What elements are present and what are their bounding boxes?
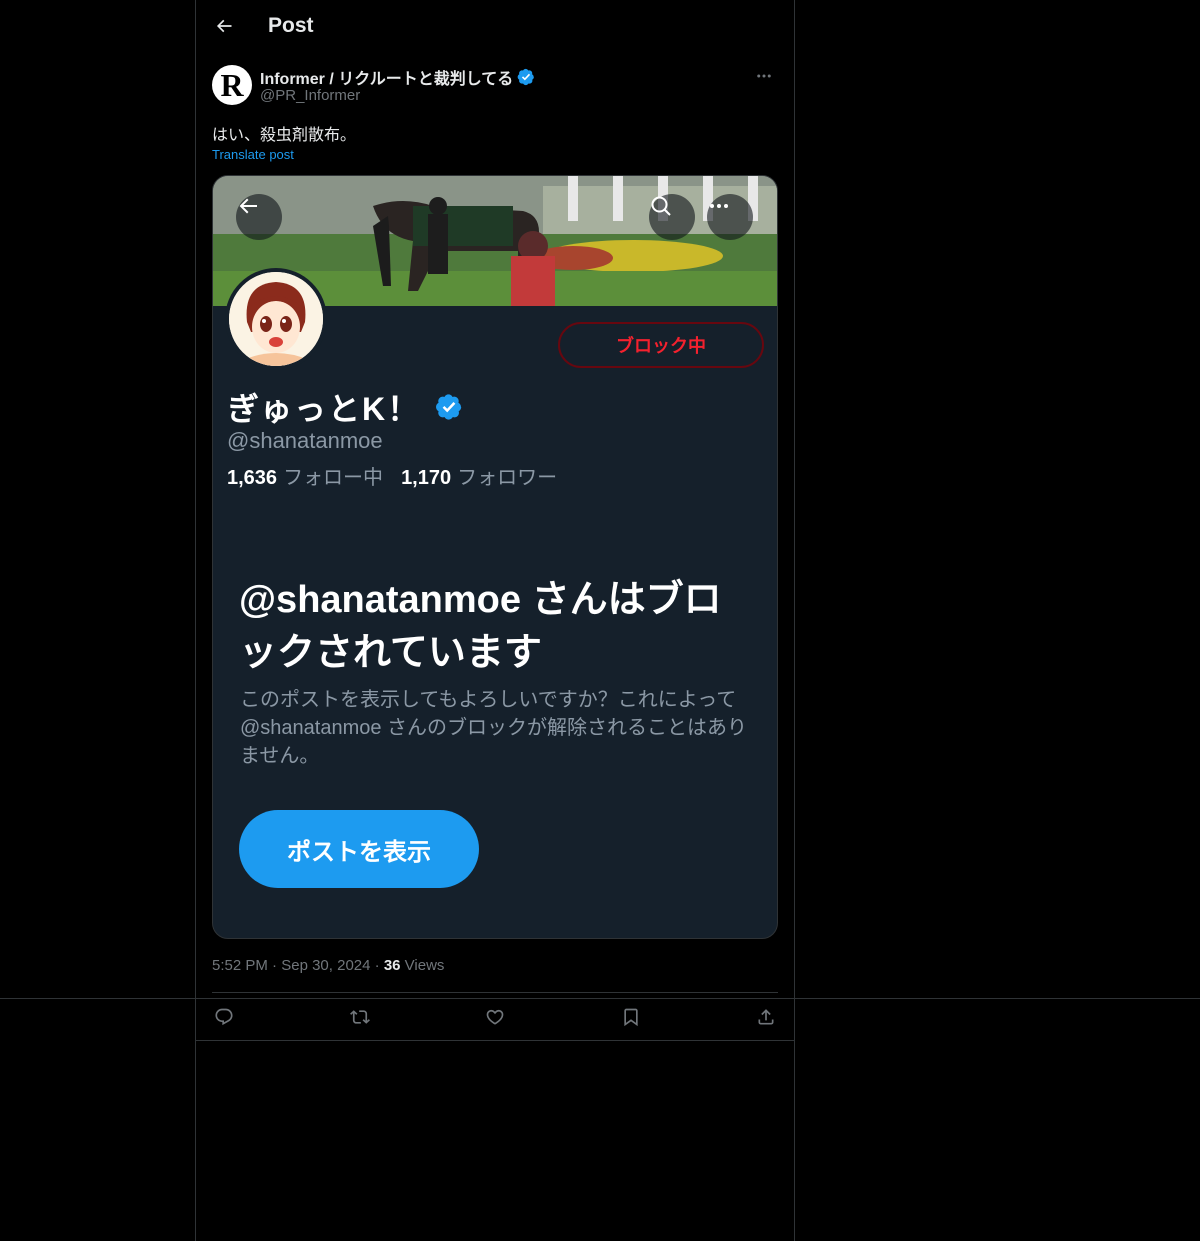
screenshot-blocked-button: ブロック中: [558, 322, 764, 368]
page-title: Post: [268, 14, 314, 37]
translate-post-link[interactable]: Translate post: [212, 147, 294, 162]
screenshot-profile-name: ぎゅっとK！: [227, 391, 422, 427]
screenshot-profile-avatar: [225, 268, 327, 370]
views-label: Views: [404, 957, 445, 974]
search-icon: [651, 196, 671, 216]
screenshot-following: 1,636 フォロー中: [227, 461, 383, 490]
back-arrow-icon: [239, 198, 257, 214]
post-date[interactable]: Sep 30, 2024: [281, 957, 370, 974]
share-button[interactable]: [754, 1005, 778, 1029]
author-handle[interactable]: @PR_Informer: [260, 87, 360, 104]
like-icon: [486, 1009, 504, 1025]
repost-button[interactable]: [348, 1005, 372, 1029]
post-image[interactable]: ブロック中 ぎゅっとK！ @shanatanmoe 1,636 フォロー中 1,1…: [212, 175, 778, 939]
back-button[interactable]: [210, 12, 238, 40]
author-name: Informer / リクルートと裁判してる: [260, 71, 514, 88]
screenshot-blocked-title: @shanatanmoe さんはブロックされています: [239, 579, 722, 674]
views-count: 36: [383, 957, 401, 974]
main-column: Post R Informer / リクルートと裁判してる @PR_Inform…: [195, 0, 795, 1241]
verified-badge-icon: [436, 394, 462, 420]
divider: [212, 992, 778, 993]
screenshot-more-icon-bg: [707, 194, 753, 240]
screenshot-profile-handle: @shanatanmoe: [227, 428, 383, 453]
screenshot-followers: 1,170 フォロワー: [401, 461, 557, 490]
screenshot-profile-name-row: ぎゅっとK！: [227, 384, 463, 430]
following-label: フォロー中: [283, 467, 384, 489]
author-avatar[interactable]: R: [212, 65, 252, 105]
screenshot-back-icon-bg: [236, 194, 282, 240]
screenshot-view-post-button: ポストを表示: [239, 810, 479, 888]
following-count: 1,636: [227, 467, 278, 489]
meta-dot: ·: [374, 957, 384, 974]
screenshot-blocked-description: このポストを表示してもよろしいですか？これによって@shanatanmoe さん…: [240, 689, 748, 767]
anime-avatar-image: [229, 272, 323, 366]
meta-dot: ·: [272, 957, 282, 974]
followers-label: フォロワー: [457, 467, 558, 489]
post-text: はい、殺虫剤散布。: [212, 127, 357, 144]
more-icon: [710, 204, 728, 208]
divider: [0, 998, 1200, 999]
verified-badge-icon: [517, 68, 535, 86]
post-time[interactable]: 5:52 PM: [212, 957, 268, 974]
more-icon: [757, 74, 771, 78]
author-name-row[interactable]: Informer / リクルートと裁判してる: [260, 65, 535, 89]
post-author: R Informer / リクルートと裁判してる @PR_Informer: [212, 64, 778, 108]
back-arrow-icon: [216, 19, 232, 33]
bookmark-icon: [623, 1008, 638, 1027]
like-button[interactable]: [483, 1005, 507, 1029]
more-button[interactable]: [750, 64, 778, 88]
post-actions: [212, 1003, 778, 1031]
reply-icon: [215, 1008, 233, 1026]
followers-count: 1,170: [401, 467, 452, 489]
reply-button[interactable]: [212, 1005, 236, 1029]
bookmark-button[interactable]: [619, 1005, 643, 1029]
repost-icon: [349, 1010, 370, 1024]
screenshot-search-icon-bg: [649, 194, 695, 240]
divider: [196, 1040, 794, 1041]
share-icon: [758, 1009, 774, 1025]
screenshot-follow-stats: 1,636 フォロー中 1,170 フォロワー: [227, 461, 557, 490]
post-meta: 5:52 PM · Sep 30, 2024 · 36 Views: [212, 957, 444, 974]
page-header: Post: [196, 0, 794, 54]
